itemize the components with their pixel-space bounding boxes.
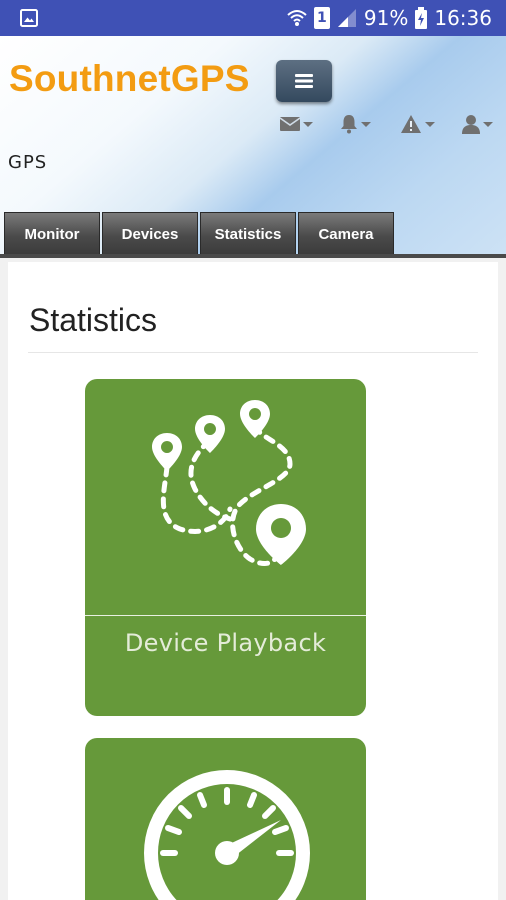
alerts-dropdown[interactable] [400, 112, 435, 136]
tab-camera[interactable]: Camera [298, 212, 394, 256]
battery-charging-icon [415, 7, 428, 29]
hamburger-menu-button[interactable] [276, 60, 332, 102]
messages-dropdown[interactable] [280, 112, 313, 136]
device-playback-label: Device Playback [124, 629, 327, 657]
status-bar: 1 91% 16:36 [0, 0, 506, 36]
warning-icon [401, 115, 421, 133]
caret-down-icon [425, 121, 435, 127]
hamburger-menu-icon [295, 74, 313, 88]
signal-icon [337, 9, 356, 27]
caret-down-icon [361, 121, 371, 127]
user-icon [462, 115, 480, 134]
header-subtitle: GPS [8, 152, 48, 173]
caret-down-icon [483, 121, 493, 127]
page-title: Statistics [29, 302, 158, 338]
content-panel: Statistics Device Playback [8, 262, 498, 900]
sim-icon: 1 [313, 7, 330, 29]
brand-logo[interactable]: SouthnetGPS [9, 58, 250, 100]
user-dropdown[interactable] [462, 112, 493, 136]
speedometer-icon [144, 770, 310, 900]
wifi-icon [287, 10, 307, 26]
gallery-icon [20, 9, 38, 27]
tab-devices[interactable]: Devices [102, 212, 198, 256]
battery-percent: 91% [363, 6, 409, 30]
bell-icon [341, 115, 357, 134]
main-tabs: Monitor Devices Statistics Camera [4, 212, 394, 256]
tab-monitor[interactable]: Monitor [4, 212, 100, 256]
main-content: Statistics Device Playback [0, 258, 506, 900]
card-divider [85, 615, 366, 616]
envelope-icon [280, 117, 300, 131]
notifications-dropdown[interactable] [340, 112, 371, 136]
clock: 16:36 [434, 6, 492, 30]
caret-down-icon [303, 121, 313, 127]
route-playback-icon [152, 400, 306, 566]
title-divider [28, 352, 478, 353]
tab-statistics[interactable]: Statistics [200, 212, 296, 256]
device-playback-card[interactable]: Device Playback [85, 379, 366, 716]
speed-report-card[interactable] [85, 738, 366, 900]
